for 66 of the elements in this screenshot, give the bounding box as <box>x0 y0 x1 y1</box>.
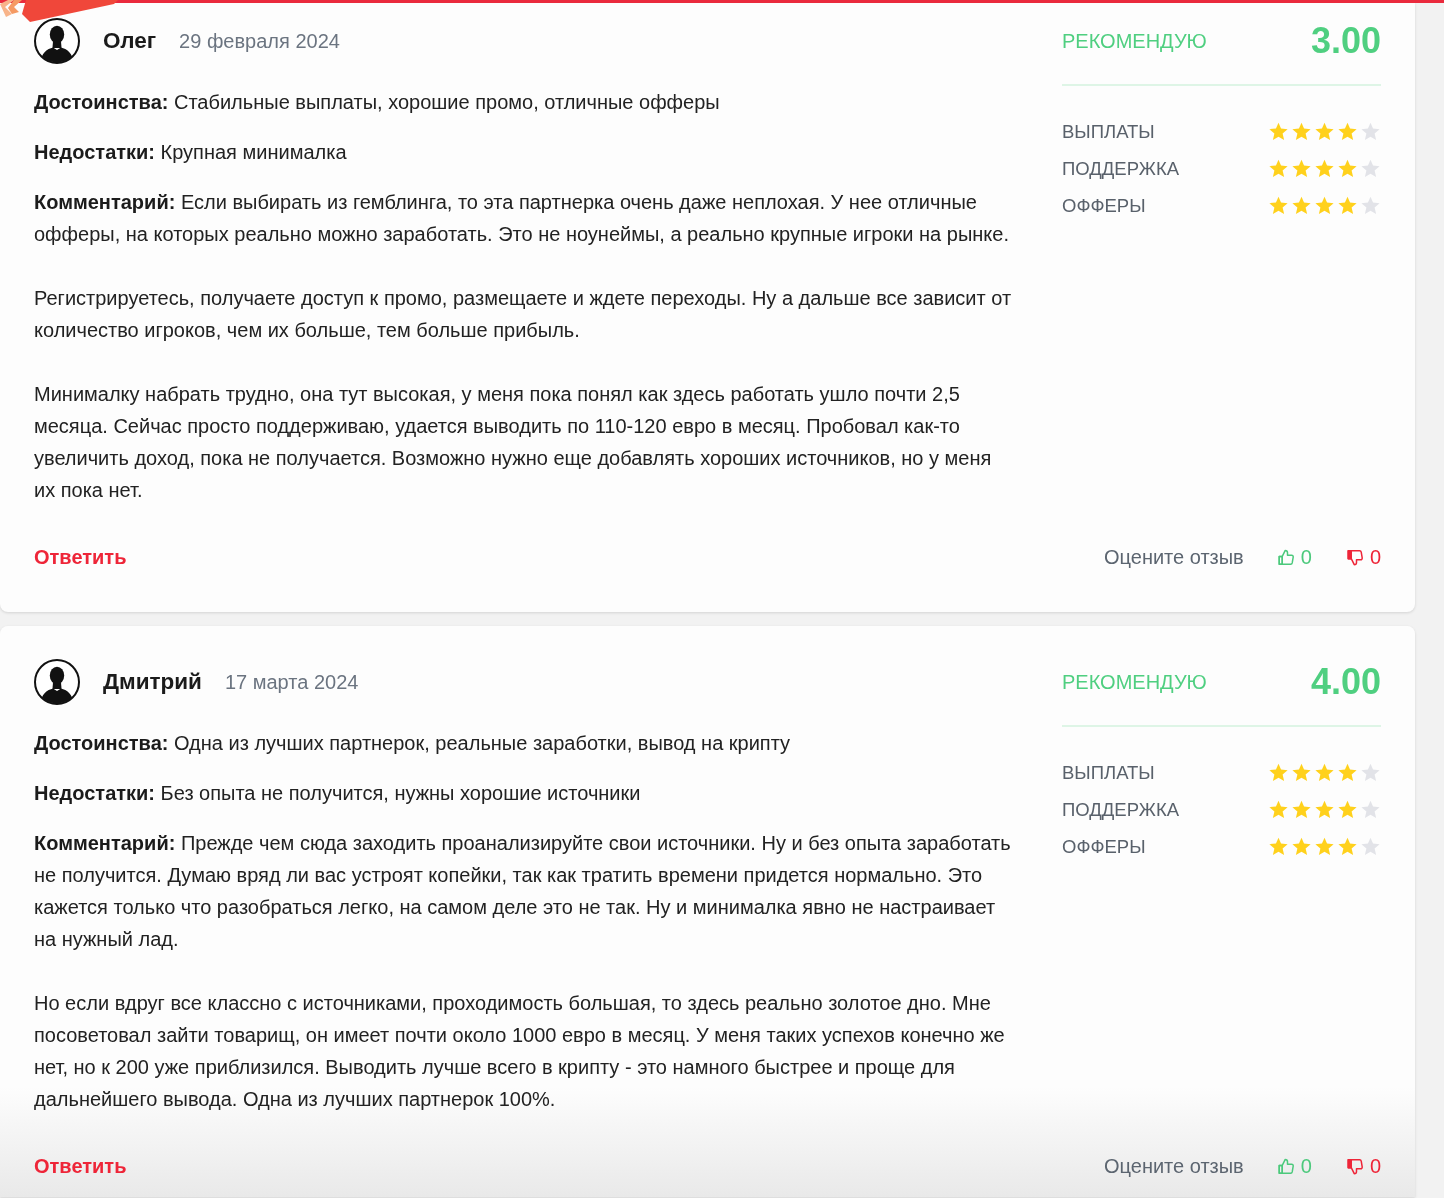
star-filled-icon <box>1292 837 1311 856</box>
star-filled-icon <box>1269 159 1288 178</box>
star-filled-icon <box>1315 196 1334 215</box>
star-filled-icon <box>1269 800 1288 819</box>
thumbs-up-icon <box>1276 1156 1295 1176</box>
cons-text: Недостатки: Крупная минималка <box>34 140 348 165</box>
reply-link[interactable]: Ответить <box>34 542 127 572</box>
rating-score: 3.00 <box>1310 23 1381 59</box>
rating-score: 4.00 <box>1310 664 1381 700</box>
pros-text: Достоинства: Одна из лучших партнерок, реальные заработки, вывод на крипту <box>34 731 792 756</box>
review-date: 17 марта 2024 <box>224 670 359 695</box>
star-empty-icon <box>1361 196 1380 215</box>
criterion-label: ВЫПЛАТЫ <box>1062 119 1155 144</box>
criterion-label: ОФФЕРЫ <box>1062 193 1146 218</box>
author-name: Дмитрий <box>103 668 202 697</box>
user-silhouette-icon <box>34 18 80 64</box>
star-filled-icon <box>1269 837 1288 856</box>
star-filled-icon <box>1315 159 1334 178</box>
verdict-label: РЕКОМЕНДУЮ <box>1062 29 1207 54</box>
criterion-label: ПОДДЕРЖКА <box>1062 797 1179 822</box>
star-filled-icon <box>1292 196 1311 215</box>
review-date: 29 февраля 2024 <box>179 29 340 54</box>
criterion-label: ВЫПЛАТЫ <box>1062 760 1155 785</box>
star-empty-icon <box>1361 837 1380 856</box>
dislike-button[interactable]: 0 <box>1345 547 1381 567</box>
star-empty-icon <box>1361 800 1380 819</box>
comment-paragraph: Минималку набрать трудно, она тут высокая, у меня пока понял как здесь работать ушло почти 2,5 месяца. Сейчас просто поддерживаю, удается выводить по 110-120 евро в месяц. Пробовал как-то увеличить доход, пока не получается. Возможно нужно еще добавлять хороших источников, но у меня их пока нет. <box>34 382 993 503</box>
comment-paragraph: Но если вдруг все классно с источниками, проходимость большая, то здесь реально золотое дно. Мне посоветовал зайти товарищ, он имеет почти около 1000 евро в месяц. У меня таких успехов конечно же нет, но к 200 уже приблизился. Выводить лучше всего в крипту - это намного быстрее и проще для дальнейшего вывода. Одна из лучших партнерок 100%. <box>34 991 1006 1112</box>
reply-link[interactable]: Ответить <box>34 1151 127 1181</box>
star-filled-icon <box>1338 763 1357 782</box>
star-filled-icon <box>1338 800 1357 819</box>
comment-paragraph: Комментарий: Если выбирать из гемблинга, то эта партнерка очень даже неплохая. У нее отличные офферы, на которых реально можно заработать. Это не ноунеймы, а реально крупные игроки на рынке. <box>34 190 1010 247</box>
like-button[interactable]: 0 <box>1276 547 1312 567</box>
comment-paragraph: Комментарий: Прежде чем сюда заходить проанализируйте свои источники. Ну и без опыта заработать не получится. Думаю вряд ли вас устроят копейки, так как тратить времени придется нормально. Это кажется только что разобраться легко, на самом деле это не так. Ну и минималка явно не настраивает на нужный лад. <box>34 831 1012 952</box>
verdict-label: РЕКОМЕНДУЮ <box>1062 670 1207 695</box>
cons-text: Недостатки: Без опыта не получится, нужны хорошие источники <box>34 781 642 806</box>
user-silhouette-icon <box>34 659 80 705</box>
thumbs-down-icon <box>1345 547 1364 567</box>
star-filled-icon <box>1338 159 1357 178</box>
star-filled-icon <box>1315 763 1334 782</box>
thumbs-down-icon <box>1345 1156 1364 1176</box>
star-filled-icon <box>1269 196 1288 215</box>
criterion-label: ОФФЕРЫ <box>1062 834 1146 859</box>
star-empty-icon <box>1361 122 1380 141</box>
star-filled-icon <box>1292 122 1311 141</box>
star-filled-icon <box>1292 800 1311 819</box>
star-filled-icon <box>1292 763 1311 782</box>
star-empty-icon <box>1361 159 1380 178</box>
star-filled-icon <box>1315 122 1334 141</box>
star-filled-icon <box>1338 837 1357 856</box>
star-filled-icon <box>1292 159 1311 178</box>
criterion-label: ПОДДЕРЖКА <box>1062 156 1179 181</box>
star-empty-icon <box>1361 763 1380 782</box>
rate-prompt: Оцените отзыв <box>1104 545 1244 570</box>
comment-paragraph: Регистрируетесь, получаете доступ к промо, размещаете и ждете переходы. Ну а дальше все зависит от количество игроков, чем их больше, тем больше прибыль. <box>34 286 1013 343</box>
rate-prompt: Оцените отзыв <box>1104 1154 1244 1179</box>
star-filled-icon <box>1315 800 1334 819</box>
pros-text: Достоинства: Стабильные выплаты, хорошие промо, отличные офферы <box>34 90 721 115</box>
star-filled-icon <box>1338 196 1357 215</box>
dislike-button[interactable]: 0 <box>1345 1156 1381 1176</box>
star-filled-icon <box>1269 122 1288 141</box>
star-filled-icon <box>1338 122 1357 141</box>
star-filled-icon <box>1269 763 1288 782</box>
thumbs-up-icon <box>1276 547 1295 567</box>
star-filled-icon <box>1315 837 1334 856</box>
author-name: Олег <box>103 27 157 56</box>
